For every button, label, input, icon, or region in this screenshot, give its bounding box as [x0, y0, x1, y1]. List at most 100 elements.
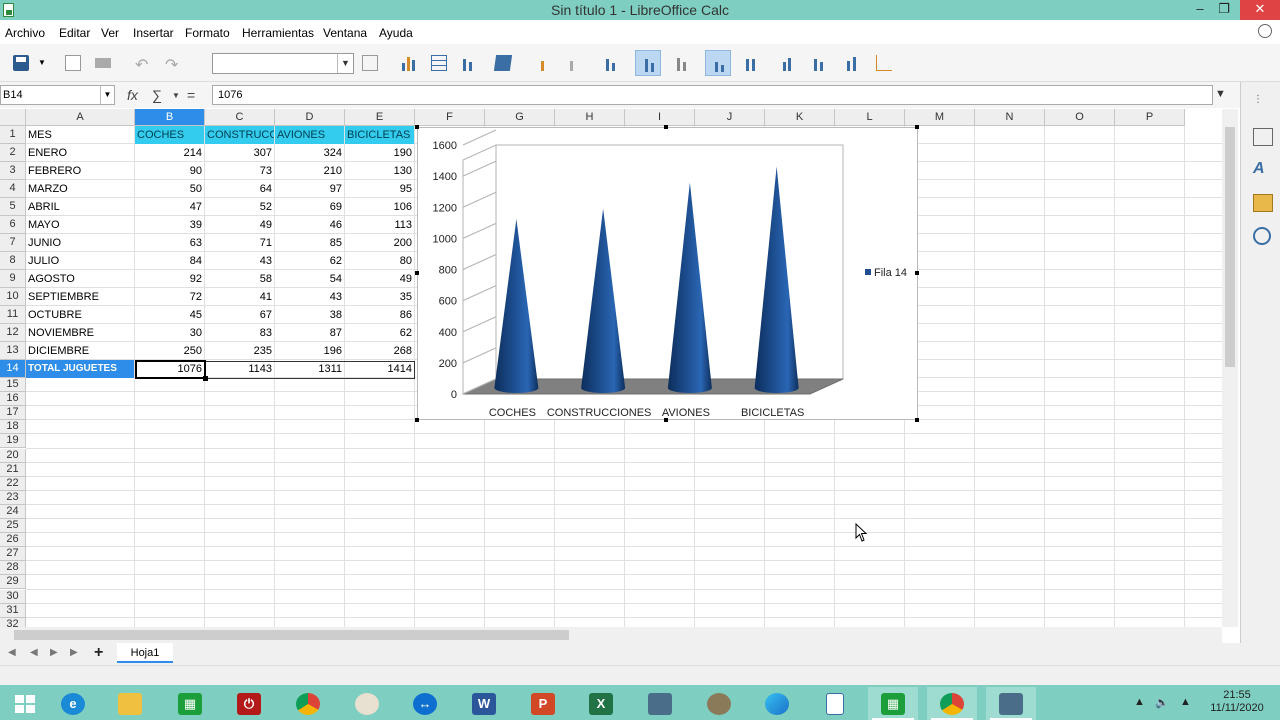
- cell-a6[interactable]: MAYO: [26, 216, 134, 234]
- cell-e13[interactable]: 268: [345, 342, 414, 360]
- save-dropdown[interactable]: ▼: [36, 50, 48, 76]
- redo-button[interactable]: ↷: [160, 50, 186, 76]
- chart-handle-br[interactable]: [915, 418, 919, 422]
- start-button[interactable]: [0, 687, 50, 720]
- cell-e5[interactable]: 106: [345, 198, 414, 216]
- row-header-4[interactable]: 4: [0, 180, 26, 198]
- sum-icon[interactable]: ∑: [152, 87, 162, 103]
- scale-text-button[interactable]: [738, 50, 764, 76]
- cell-a9[interactable]: AGOSTO: [26, 270, 134, 288]
- cell-e9[interactable]: 49: [345, 270, 414, 288]
- cell-c10[interactable]: 41: [205, 288, 274, 306]
- properties-icon[interactable]: [1253, 128, 1273, 146]
- cell-e11[interactable]: 86: [345, 306, 414, 324]
- cell-a10[interactable]: SEPTIEMBRE: [26, 288, 134, 306]
- cell-d4[interactable]: 97: [275, 180, 344, 198]
- save-button[interactable]: [8, 50, 34, 76]
- row-header-9[interactable]: 9: [0, 270, 26, 288]
- print-button[interactable]: [90, 50, 116, 76]
- next-sheet-icon[interactable]: ▶: [50, 647, 58, 658]
- chart-handle-bl[interactable]: [415, 418, 419, 422]
- cell-b9[interactable]: 92: [135, 270, 204, 288]
- tray-expand-icon[interactable]: ▲: [1134, 696, 1145, 708]
- cell-d9[interactable]: 54: [275, 270, 344, 288]
- network-icon[interactable]: ▲: [1180, 696, 1191, 708]
- name-box[interactable]: B14 ▼: [0, 85, 115, 105]
- column-header-o[interactable]: O: [1045, 109, 1115, 126]
- chart-handle-tl[interactable]: [415, 125, 419, 129]
- row-header-13[interactable]: 13: [0, 342, 26, 360]
- row-header-16[interactable]: 16: [0, 392, 26, 407]
- column-header-k[interactable]: K: [765, 109, 835, 126]
- row-header-31[interactable]: 31: [0, 603, 26, 618]
- cell-a14[interactable]: TOTAL JUGUETES: [26, 360, 134, 378]
- row-header-27[interactable]: 27: [0, 547, 26, 562]
- cell-c12[interactable]: 83: [205, 324, 274, 342]
- cell-a3[interactable]: FEBRERO: [26, 162, 134, 180]
- menu-ventana[interactable]: Ventana: [323, 26, 367, 40]
- first-sheet-icon[interactable]: ◀: [8, 647, 16, 658]
- sheet-tab-hoja1[interactable]: Hoja1: [117, 643, 173, 663]
- chart-handle-bm[interactable]: [664, 418, 668, 422]
- column-header-f[interactable]: F: [415, 109, 485, 126]
- last-sheet-icon[interactable]: ▶: [70, 647, 78, 658]
- row-header-12[interactable]: 12: [0, 324, 26, 342]
- volume-icon[interactable]: 🔈: [1155, 696, 1169, 709]
- globe-icon[interactable]: [1258, 24, 1272, 38]
- row-header-11[interactable]: 11: [0, 306, 26, 324]
- column-header-i[interactable]: I: [625, 109, 695, 126]
- data-ranges-button[interactable]: [456, 50, 482, 76]
- column-header-c[interactable]: C: [205, 109, 275, 126]
- chart-type-button[interactable]: [396, 50, 422, 76]
- undo-button[interactable]: ↶: [130, 50, 156, 76]
- row-header-3[interactable]: 3: [0, 162, 26, 180]
- cell-a12[interactable]: NOVIEMBRE: [26, 324, 134, 342]
- cell-e4[interactable]: 95: [345, 180, 414, 198]
- cell-e6[interactable]: 113: [345, 216, 414, 234]
- cell-a11[interactable]: OCTUBRE: [26, 306, 134, 324]
- formula-icon[interactable]: =: [187, 87, 195, 103]
- cell-c5[interactable]: 52: [205, 198, 274, 216]
- taskbar-mediaviewer-running[interactable]: [986, 687, 1036, 720]
- cell-c1[interactable]: CONSTRUCCI: [205, 126, 274, 144]
- cell-c13[interactable]: 235: [205, 342, 274, 360]
- cell-c9[interactable]: 58: [205, 270, 274, 288]
- select-all-corner[interactable]: [0, 109, 26, 126]
- taskbar-calc[interactable]: ▦: [165, 687, 215, 720]
- row-header-21[interactable]: 21: [0, 462, 26, 477]
- column-header-h[interactable]: H: [555, 109, 625, 126]
- spreadsheet-grid[interactable]: ABCDEFGHIJKLMNOP 1 2 3 4 5 6 7 8 9 10 11 12 13 14 15 16…: [0, 109, 1222, 627]
- cell-b2[interactable]: 214: [135, 144, 204, 162]
- row-header-17[interactable]: 17: [0, 406, 26, 421]
- column-header-n[interactable]: N: [975, 109, 1045, 126]
- chart-handle-tm[interactable]: [664, 125, 668, 129]
- taskbar-mediaviewer[interactable]: [635, 687, 685, 720]
- cell-b6[interactable]: 39: [135, 216, 204, 234]
- row-header-10[interactable]: 10: [0, 288, 26, 306]
- taskbar-chrome-running[interactable]: [927, 687, 977, 720]
- cell-b7[interactable]: 63: [135, 234, 204, 252]
- vertical-scrollbar[interactable]: [1222, 109, 1238, 627]
- column-header-b[interactable]: B: [135, 109, 205, 126]
- cell-d1[interactable]: AVIONES: [275, 126, 344, 144]
- cell-b4[interactable]: 50: [135, 180, 204, 198]
- cell-d2[interactable]: 324: [275, 144, 344, 162]
- cell-a8[interactable]: JULIO: [26, 252, 134, 270]
- column-header-e[interactable]: E: [345, 109, 415, 126]
- cell-a7[interactable]: JUNIO: [26, 234, 134, 252]
- close-button[interactable]: ✕: [1240, 0, 1280, 20]
- cell-c8[interactable]: 43: [205, 252, 274, 270]
- taskbar-internet-explorer[interactable]: e: [48, 687, 98, 720]
- taskbar-powerpoint[interactable]: P: [518, 687, 568, 720]
- row-header-19[interactable]: 19: [0, 434, 26, 449]
- cell-b11[interactable]: 45: [135, 306, 204, 324]
- cell-d11[interactable]: 38: [275, 306, 344, 324]
- cell-c2[interactable]: 307: [205, 144, 274, 162]
- vertical-scroll-thumb[interactable]: [1225, 127, 1235, 367]
- vertical-grids-button[interactable]: [668, 50, 694, 76]
- cell-e14[interactable]: 1414: [345, 360, 414, 378]
- cell-a13[interactable]: DICIEMBRE: [26, 342, 134, 360]
- taskbar-power[interactable]: ⏻: [224, 687, 274, 720]
- menu-formato[interactable]: Formato: [185, 26, 230, 40]
- insert-title-button[interactable]: [530, 50, 556, 76]
